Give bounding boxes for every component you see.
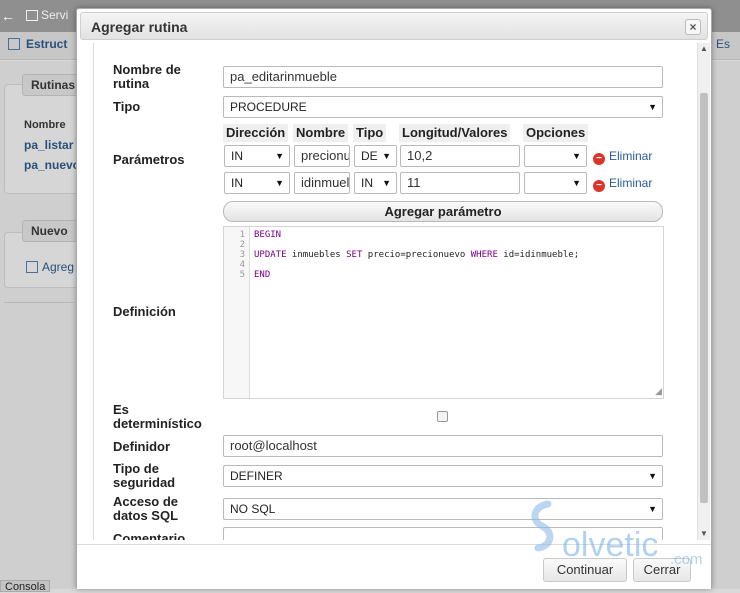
- routine-row-1[interactable]: pa_listar: [24, 138, 73, 152]
- chevron-down-icon: ▼: [572, 178, 581, 188]
- param2-options-select[interactable]: ▼: [524, 172, 587, 194]
- definition-editor[interactable]: 1 2 3 4 5 BEGIN UPDATE inmuebles SET pre…: [223, 226, 664, 399]
- add-parameter-button[interactable]: Agregar parámetro: [223, 201, 663, 222]
- routine-name-label: Nombre de rutina: [113, 62, 181, 91]
- type-label: Tipo: [113, 99, 141, 114]
- back-button[interactable]: ←: [0, 6, 16, 26]
- dialog-body: Nombre de rutina pa_editarinmueble Tipo …: [93, 43, 697, 540]
- dialog-title: Agregar rutina: [91, 19, 188, 35]
- param2-delete-button[interactable]: − Eliminar: [593, 176, 652, 192]
- param2-type-select[interactable]: IN ▼: [354, 172, 397, 194]
- param2-direction-select[interactable]: IN ▼: [224, 172, 290, 194]
- col-header-type: Tipo: [353, 124, 387, 142]
- close-button[interactable]: Cerrar: [633, 558, 691, 582]
- code-line-3: UPDATE inmuebles SET precio=precionuevo …: [254, 250, 580, 260]
- continue-button[interactable]: Continuar: [543, 558, 627, 582]
- chevron-down-icon: ▼: [275, 178, 284, 188]
- param1-delete-button[interactable]: − Eliminar: [593, 149, 652, 165]
- definition-label: Definición: [113, 304, 176, 319]
- line-number: 3: [239, 250, 245, 260]
- chevron-down-icon: ▼: [382, 151, 391, 161]
- server-breadcrumb[interactable]: Servi: [26, 8, 68, 22]
- line-number: 4: [239, 260, 245, 270]
- type-select[interactable]: PROCEDURE ▼: [223, 96, 663, 118]
- scroll-down-icon[interactable]: ▼: [698, 528, 710, 540]
- routine-row-2[interactable]: pa_nuevo: [24, 158, 80, 172]
- col-header-name: Nombre: [293, 124, 349, 142]
- param2-length-input[interactable]: 11: [400, 172, 520, 194]
- server-label: Servi: [41, 8, 69, 22]
- line-number: 2: [239, 240, 245, 250]
- chevron-down-icon: ▼: [275, 151, 284, 161]
- chevron-down-icon: ▼: [648, 504, 657, 514]
- sql-access-select[interactable]: NO SQL ▼: [223, 498, 663, 520]
- sql-access-label: Acceso de datos SQL: [113, 494, 179, 523]
- chevron-down-icon: ▼: [648, 471, 657, 481]
- routines-name-header: Nombre: [24, 119, 66, 131]
- col-header-length: Longitud/Valores: [399, 124, 511, 142]
- line-number: 5: [239, 270, 245, 280]
- code-line-1: BEGIN: [254, 230, 282, 240]
- comment-input[interactable]: [223, 527, 663, 540]
- routines-legend: Rutinas: [22, 74, 85, 96]
- new-legend: Nuevo: [22, 220, 77, 242]
- routine-name-input[interactable]: pa_editarinmueble: [223, 66, 663, 88]
- param1-options-select[interactable]: ▼: [524, 145, 587, 167]
- deterministic-checkbox[interactable]: [437, 411, 448, 422]
- param1-type-select[interactable]: DE ▼: [354, 145, 397, 167]
- parameters-label: Parámetros: [113, 152, 185, 167]
- chevron-down-icon: ▼: [648, 102, 657, 112]
- structure-icon: [8, 38, 20, 50]
- scroll-up-icon[interactable]: ▲: [698, 43, 710, 55]
- line-number: 1: [239, 230, 245, 240]
- chevron-down-icon: ▼: [382, 178, 391, 188]
- security-type-label: Tipo de seguridad: [113, 461, 176, 490]
- tab-structure[interactable]: Estruct: [8, 37, 67, 51]
- divider: [4, 302, 74, 303]
- col-header-direction: Dirección: [223, 124, 289, 142]
- definer-input[interactable]: root@localhost: [223, 435, 663, 457]
- scroll-thumb[interactable]: [700, 93, 708, 503]
- dialog-scrollbar[interactable]: ▲ ▼: [697, 43, 710, 540]
- param1-length-input[interactable]: 10,2: [400, 145, 520, 167]
- chevron-down-icon: ▼: [572, 151, 581, 161]
- comment-label: Comentario: [113, 531, 186, 541]
- remove-icon: −: [593, 153, 605, 165]
- close-icon[interactable]: ×: [685, 19, 701, 35]
- col-header-options: Opciones: [523, 124, 589, 142]
- resize-handle-icon[interactable]: ◢: [655, 386, 662, 397]
- param2-name-input[interactable]: idinmuel: [294, 172, 350, 194]
- add-routine-dialog: Agregar rutina × Nombre de rutina pa_edi…: [76, 8, 712, 589]
- definer-label: Definidor: [113, 439, 171, 454]
- editor-gutter: 1 2 3 4 5: [224, 227, 250, 398]
- dialog-titlebar[interactable]: Agregar rutina ×: [80, 12, 708, 40]
- tab-structure-label: Estruct: [26, 37, 68, 51]
- code-line-5: END: [254, 270, 271, 280]
- dialog-footer: Continuar Cerrar: [77, 544, 711, 589]
- tab-partial-right[interactable]: Es: [716, 37, 730, 51]
- add-routine-icon: [26, 261, 38, 273]
- param1-direction-select[interactable]: IN ▼: [224, 145, 290, 167]
- remove-icon: −: [593, 180, 605, 192]
- add-routine-link[interactable]: Agreg: [26, 260, 74, 274]
- security-type-select[interactable]: DEFINER ▼: [223, 465, 663, 487]
- server-icon: [26, 10, 38, 21]
- param1-name-input[interactable]: precionu: [294, 145, 350, 167]
- console-tab[interactable]: Consola: [0, 580, 51, 593]
- deterministic-label: Es determinístico: [113, 402, 202, 431]
